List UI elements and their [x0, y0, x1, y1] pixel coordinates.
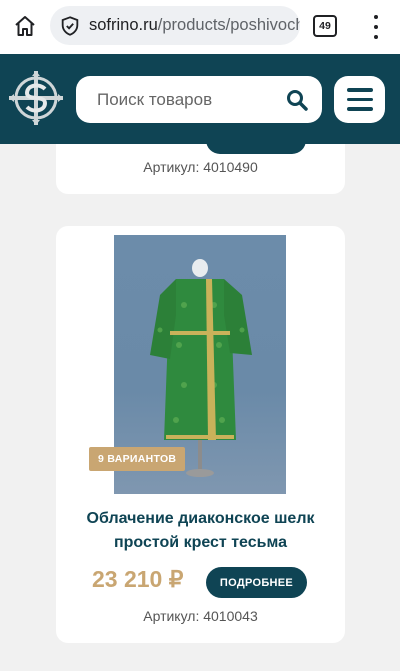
- details-button[interactable]: ПОДРОБНЕЕ: [206, 567, 307, 598]
- search-placeholder: Поиск товаров: [97, 89, 213, 109]
- search-input[interactable]: Поиск товаров: [76, 76, 322, 123]
- product-sku: Артикул: 4010043: [143, 608, 258, 624]
- logo-cross-icon[interactable]: [5, 67, 67, 129]
- tab-count: 49: [319, 20, 331, 32]
- browser-toolbar: sofrino.ru/products/poshivoch 49: [0, 0, 400, 54]
- home-icon[interactable]: [10, 11, 40, 41]
- site-header: Поиск товаров: [0, 54, 400, 144]
- product-sku: Артикул: 4010490: [143, 159, 258, 175]
- shield-icon: [61, 15, 79, 36]
- search-icon[interactable]: [285, 88, 309, 112]
- tab-switcher-button[interactable]: 49: [313, 15, 337, 37]
- variants-badge[interactable]: 9 ВАРИАНТОВ: [89, 447, 186, 471]
- address-bar[interactable]: sofrino.ru/products/poshivoch: [50, 6, 300, 45]
- menu-burger-icon[interactable]: [334, 76, 385, 123]
- product-price: 23 210 ₽: [92, 566, 184, 592]
- product-title[interactable]: Облачение диаконское шелк простой крест …: [68, 507, 333, 555]
- product-card: 9 ВАРИАНТОВ Облачение диаконское шелк пр…: [56, 226, 345, 643]
- url-text: sofrino.ru/products/poshivoch: [89, 16, 300, 34]
- more-options-icon[interactable]: [368, 12, 384, 42]
